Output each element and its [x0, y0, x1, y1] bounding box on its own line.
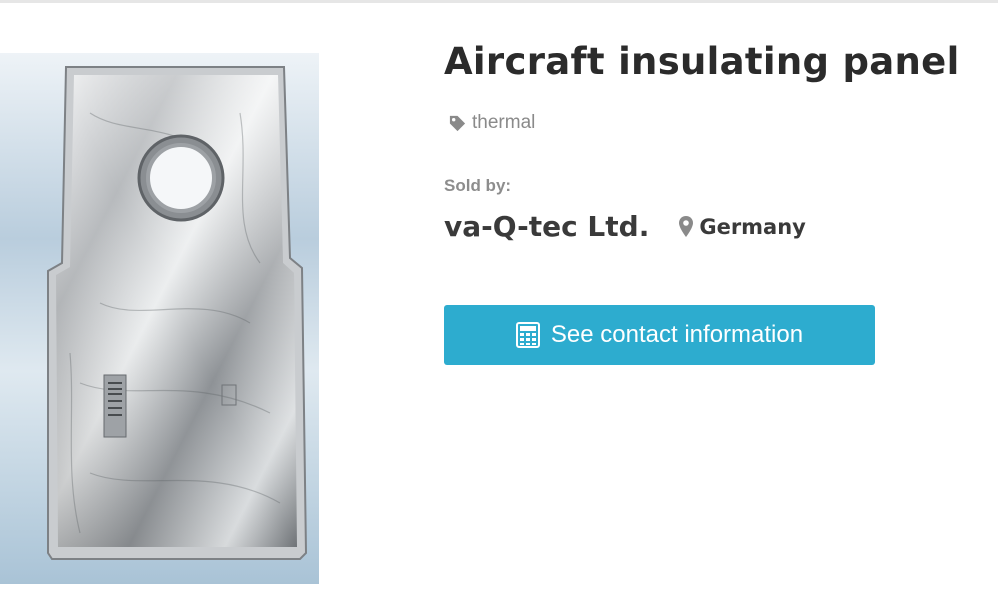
product-image[interactable] [0, 53, 319, 584]
calculator-icon [515, 322, 540, 348]
seller-name[interactable]: va-Q-tec Ltd. [444, 210, 649, 243]
see-contact-information-button[interactable]: See contact information [444, 305, 875, 365]
tag-icon [448, 114, 467, 133]
map-pin-icon [679, 216, 694, 237]
seller-location: Germany [679, 215, 806, 239]
location-label: Germany [699, 214, 806, 239]
product-title: Aircraft insulating panel [444, 40, 960, 83]
product-tag[interactable]: thermal [448, 112, 535, 134]
seller-row: va-Q-tec Ltd. Germany [444, 210, 806, 243]
sold-by-label: Sold by: [444, 176, 512, 195]
tag-label: thermal [472, 112, 536, 133]
top-divider [0, 0, 998, 3]
contact-button-label: See contact information [550, 321, 804, 348]
